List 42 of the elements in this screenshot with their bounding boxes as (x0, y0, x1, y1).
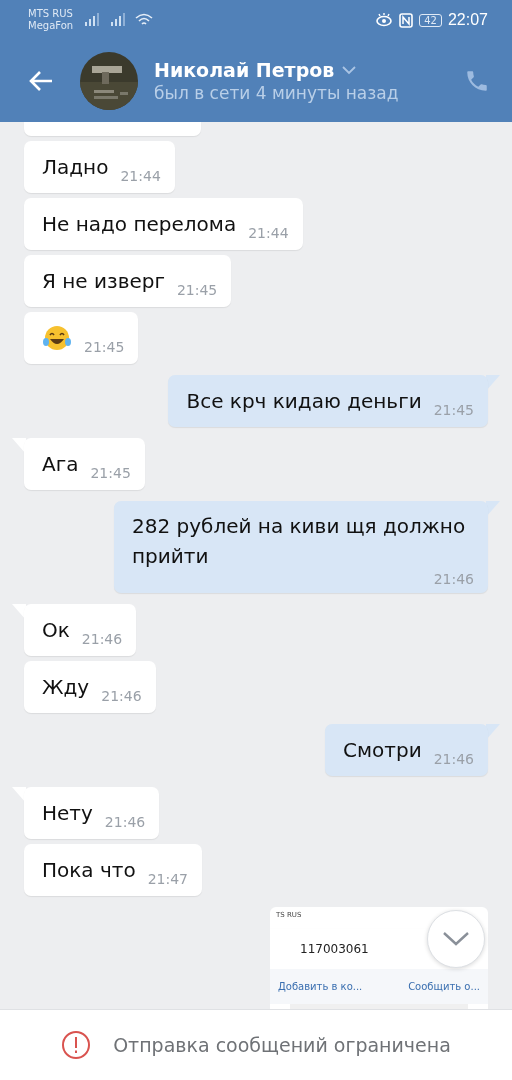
message-text: Ок (42, 617, 70, 644)
carrier-name: MegaFon (28, 20, 74, 32)
message-time: 21:45 (433, 402, 474, 418)
message-text: Не надо перелома (42, 211, 237, 238)
status-time: 22:07 (447, 11, 488, 29)
message-text: Я не изверг (42, 268, 165, 295)
message-text: 282 рублей на киви щя должно прийти (132, 514, 466, 568)
action-link: Добавить в ко... (278, 981, 363, 992)
battery-icon: 42 (419, 13, 442, 27)
message-time: 21:46 (433, 751, 474, 767)
message-text: Ага (42, 451, 79, 478)
message-time: 21:44 (248, 225, 289, 241)
message-time: 21:45 (84, 339, 125, 355)
action-link: Сообщить о... (408, 981, 480, 992)
message-time: 21:46 (432, 571, 474, 587)
eye-icon (375, 13, 394, 27)
message-time: 21:47 (147, 871, 189, 887)
back-icon[interactable] (28, 70, 54, 92)
message-text: Все крч кидаю деньги (186, 388, 422, 415)
notice-text: Отправка сообщений ограничена (113, 1034, 451, 1056)
message-time: 21:46 (104, 814, 146, 830)
message-time: 21:46 (101, 688, 142, 704)
contact-name[interactable]: Николай Петров (154, 59, 335, 81)
message-text: Смотри (343, 737, 422, 764)
phone-icon[interactable] (464, 68, 490, 94)
message-time: 21:45 (90, 465, 131, 481)
message-text: Нету (42, 800, 93, 827)
nfc-icon (399, 12, 414, 28)
message-text: Ладно (42, 154, 109, 181)
message-text: Жду (42, 674, 90, 701)
laughing-emoji-icon (42, 325, 72, 351)
message-text: Пока что (42, 857, 136, 884)
last-seen-status: был в сети 4 минуты назад (154, 83, 400, 103)
message-time: 21:44 (120, 168, 161, 184)
warning-icon (61, 1030, 92, 1060)
account-number: 117003061 (300, 942, 369, 956)
message-time: 21:46 (81, 631, 123, 647)
chevron-down-icon (442, 931, 470, 947)
carrier-name: MTS RUS (28, 8, 74, 20)
wifi-icon (135, 13, 154, 27)
message-time: 21:45 (176, 282, 218, 298)
chevron-down-icon[interactable] (342, 65, 357, 75)
